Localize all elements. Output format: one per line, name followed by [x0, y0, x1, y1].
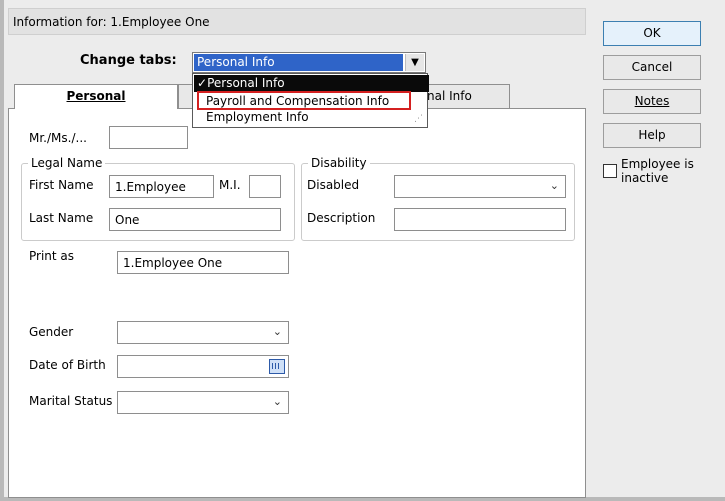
help-button[interactable]: Help	[603, 123, 701, 148]
gender-label: Gender	[29, 325, 74, 339]
disabled-dropdown[interactable]: ⌄	[394, 175, 566, 198]
marital-status-dropdown[interactable]: ⌄	[117, 391, 289, 414]
tab-personal-label: Personal	[66, 89, 126, 103]
cancel-button[interactable]: Cancel	[603, 55, 701, 80]
list-item-label: Employment Info	[206, 110, 309, 124]
change-tabs-selected: Personal Info	[194, 54, 403, 71]
print-as-field[interactable]: 1.Employee One	[117, 251, 289, 274]
notes-button[interactable]: Notes	[603, 89, 701, 114]
ok-button[interactable]: OK	[603, 21, 701, 46]
chevron-down-icon: ⌄	[272, 325, 282, 338]
inactive-label-line2: inactive	[621, 171, 669, 185]
title-field[interactable]	[109, 126, 188, 149]
title-label: Mr./Ms./...	[29, 131, 87, 145]
tab-additional-label: nal Info	[427, 89, 472, 103]
last-name-label: Last Name	[29, 211, 94, 225]
window-frame-left	[0, 0, 4, 501]
marital-status-label: Marital Status	[29, 394, 113, 408]
description-label: Description	[307, 211, 376, 225]
list-item-label: Personal Info	[207, 76, 285, 90]
employee-inactive-label: Employee is inactive	[621, 157, 694, 185]
tab-additional-info[interactable]: nal Info	[426, 84, 510, 108]
disability-legend: Disability	[308, 156, 370, 170]
check-icon: ✓	[197, 76, 208, 90]
mi-label: M.I.	[219, 178, 241, 192]
highlight-box	[197, 91, 411, 110]
last-name-field[interactable]: One	[109, 208, 281, 231]
chevron-down-icon: ⌄	[549, 179, 559, 192]
first-name-field[interactable]: 1.Employee	[109, 175, 214, 198]
tab-personal[interactable]: Personal	[14, 84, 178, 109]
mi-field[interactable]	[249, 175, 281, 198]
disabled-label: Disabled	[307, 178, 360, 192]
change-tabs-label: Change tabs:	[80, 53, 177, 68]
chevron-down-icon: ⌄	[272, 395, 282, 408]
list-item-personal-info[interactable]: ✓Personal Info	[194, 75, 429, 92]
personal-panel: Mr./Ms./... Legal Name First Name 1.Empl…	[8, 108, 586, 498]
chevron-down-icon[interactable]: ▼	[405, 54, 424, 71]
info-header: Information for: 1.Employee One	[8, 8, 586, 35]
print-as-label: Print as	[29, 249, 75, 263]
employee-inactive-checkbox[interactable]	[603, 164, 617, 178]
dob-field[interactable]	[117, 355, 289, 378]
list-item-employment-info[interactable]: Employment Info	[194, 109, 429, 126]
gender-dropdown[interactable]: ⌄	[117, 321, 289, 344]
resize-grip-icon[interactable]: ⋰	[414, 114, 424, 124]
legal-name-legend: Legal Name	[28, 156, 106, 170]
change-tabs-dropdown[interactable]: Personal Info ▼	[192, 52, 426, 73]
description-field[interactable]	[394, 208, 566, 231]
first-name-label: First Name	[29, 178, 94, 192]
info-header-title: Information for: 1.Employee One	[13, 15, 210, 29]
inactive-label-line1: Employee is	[621, 157, 694, 171]
calendar-icon[interactable]	[269, 359, 285, 374]
notes-button-label: Notes	[634, 94, 670, 108]
dob-label: Date of Birth	[29, 358, 106, 372]
